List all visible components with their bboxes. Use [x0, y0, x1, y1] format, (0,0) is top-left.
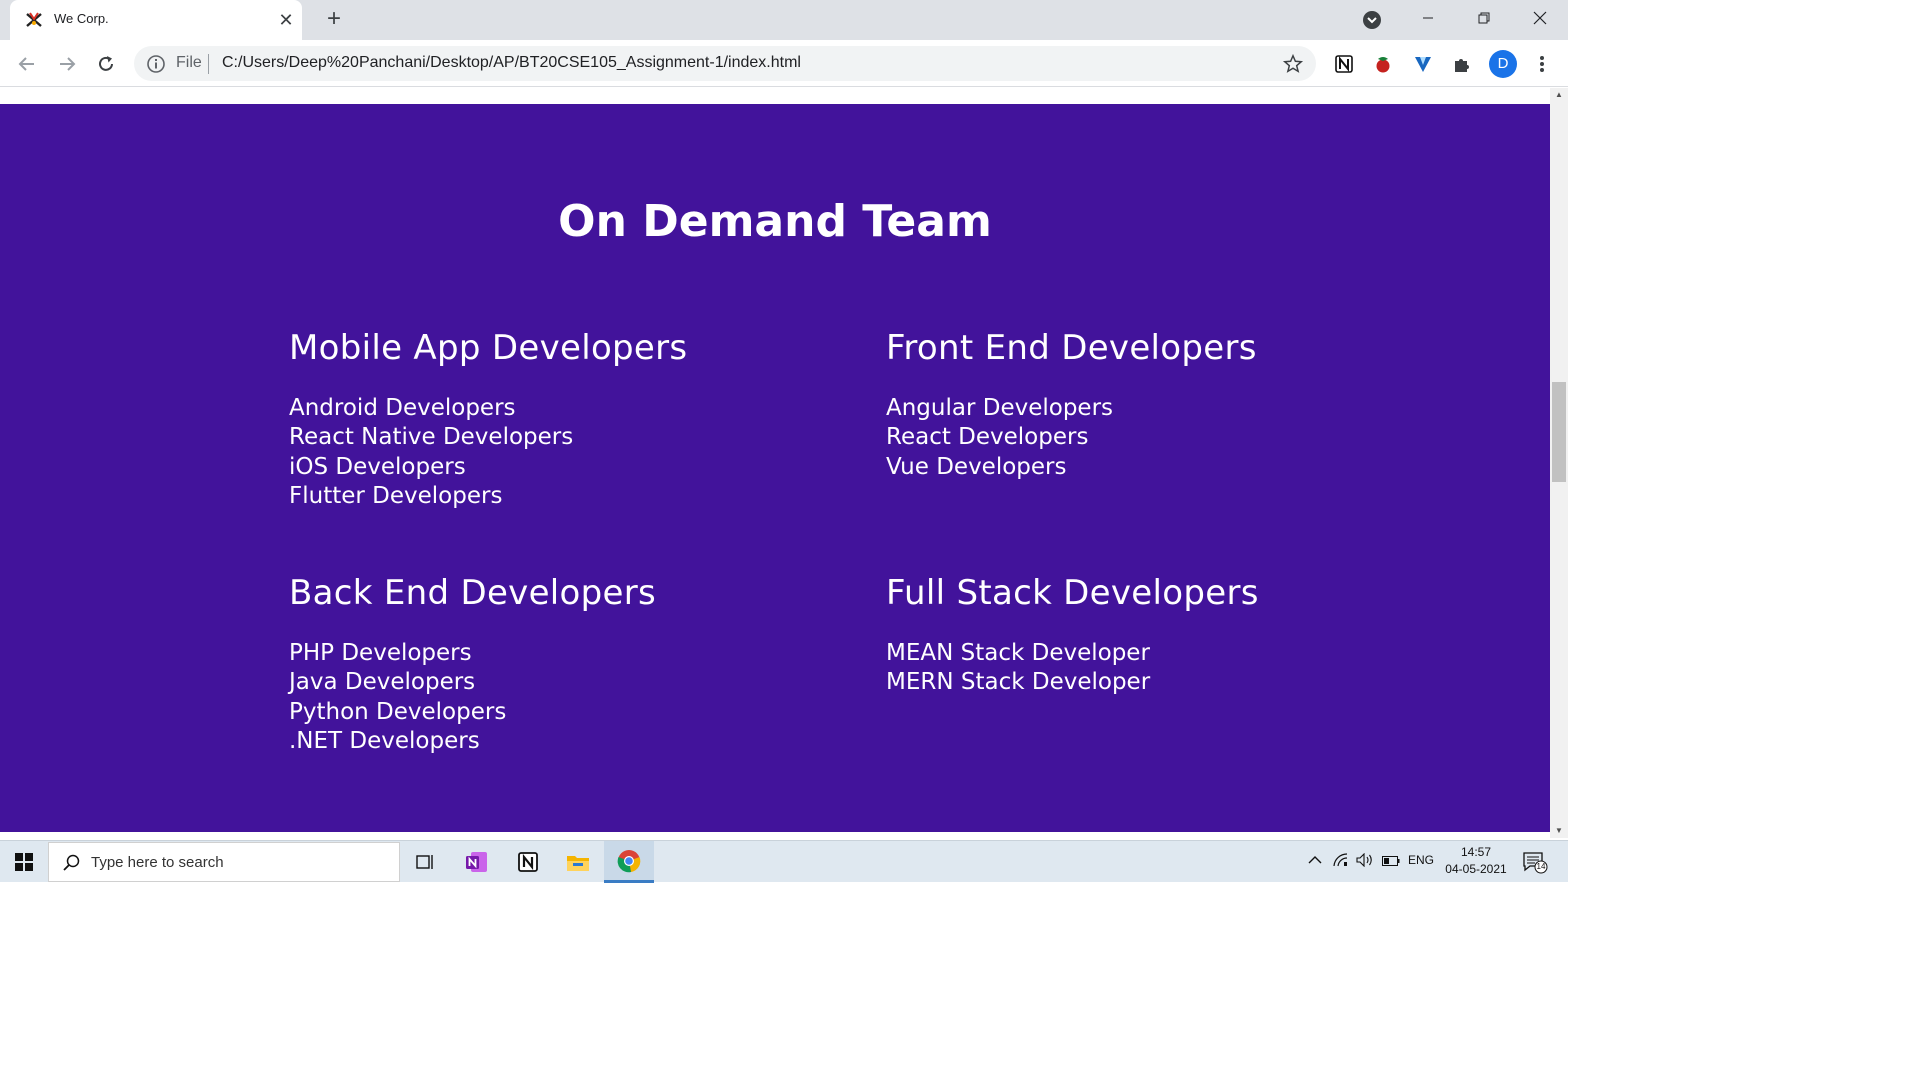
reload-icon[interactable] — [92, 50, 120, 78]
address-url[interactable]: C:/Users/Deep%20Panchani/Desktop/AP/BT20… — [222, 54, 801, 72]
list-item: iOS Developers — [289, 453, 466, 480]
list-item: PHP Developers — [289, 640, 472, 666]
language-indicator[interactable]: ENG — [1408, 853, 1434, 867]
group-heading: Front End Developers — [886, 328, 1257, 368]
list-item: MEAN Stack Developer — [886, 640, 1150, 666]
scroll-up-arrow-icon[interactable]: ▲ — [1550, 88, 1568, 102]
notion-icon[interactable] — [503, 841, 553, 883]
group-back-end: Back End Developers PHP Developers Java … — [289, 573, 849, 757]
list-item: React Native Developers — [289, 424, 574, 451]
file-explorer-icon[interactable] — [553, 841, 603, 883]
group-front-end: Front End Developers Angular Developers … — [886, 328, 1446, 482]
new-tab-icon[interactable]: + — [320, 6, 348, 34]
list-item: Java Developers — [289, 669, 476, 696]
search-icon — [63, 854, 80, 871]
page-viewport: On Demand Team Mobile App Developers And… — [0, 88, 1550, 832]
show-hidden-icons-icon[interactable] — [1308, 854, 1322, 868]
profile-avatar[interactable]: D — [1489, 50, 1517, 78]
notion-extension-icon[interactable] — [1331, 51, 1357, 77]
browser-menu-icon[interactable] — [1530, 50, 1554, 78]
list-item: Python Developers — [289, 698, 507, 725]
bookmark-star-icon[interactable] — [1282, 53, 1304, 75]
page-scrollbar[interactable]: ▲ ▼ — [1550, 88, 1568, 838]
developer-list: MEAN Stack Developer MERN Stack Develope… — [886, 639, 1446, 698]
group-mobile-app: Mobile App Developers Android Developers… — [289, 328, 849, 512]
windows-taskbar: Type here to search ENG 14:57 04-05-2021… — [0, 840, 1568, 883]
restore-icon[interactable] — [1456, 0, 1512, 36]
onenote-icon[interactable] — [452, 841, 502, 883]
list-item: Vue Developers — [886, 453, 1067, 480]
on-demand-team-section: On Demand Team Mobile App Developers And… — [0, 104, 1550, 832]
search-placeholder: Type here to search — [91, 854, 224, 871]
chrome-icon[interactable] — [604, 841, 654, 883]
browser-tab[interactable]: We Corp. ✕ — [10, 0, 302, 40]
forward-arrow-icon[interactable] — [53, 50, 81, 78]
developer-list: Android Developers React Native Develope… — [289, 394, 849, 512]
tab-strip: We Corp. ✕ + — [0, 0, 1568, 40]
group-heading: Back End Developers — [289, 573, 657, 613]
list-item: Angular Developers — [886, 395, 1114, 421]
minimize-icon[interactable] — [1400, 0, 1456, 36]
task-view-icon[interactable] — [400, 841, 450, 883]
notification-count-badge: 14 — [1536, 862, 1546, 871]
tab-close-icon[interactable]: ✕ — [276, 8, 296, 32]
scrollbar-thumb[interactable] — [1552, 382, 1566, 482]
list-item: Flutter Developers — [289, 483, 503, 510]
site-favicon-icon — [26, 12, 42, 27]
back-arrow-icon[interactable] — [13, 50, 41, 78]
address-scheme-label: File — [176, 54, 202, 71]
taskbar-search-box[interactable]: Type here to search — [48, 842, 400, 882]
developer-list: Angular Developers React Developers Vue … — [886, 394, 1446, 482]
list-item: .NET Developers — [289, 728, 480, 755]
network-icon[interactable] — [1333, 853, 1349, 870]
list-item: React Developers — [886, 424, 1089, 451]
windows-start-icon[interactable] — [0, 841, 48, 883]
section-title: On Demand Team — [558, 196, 992, 247]
clock-date: 04-05-2021 — [1445, 862, 1507, 876]
address-bar[interactable]: File C:/Users/Deep%20Panchani/Desktop/AP… — [134, 46, 1316, 81]
taskbar-clock[interactable]: 14:57 04-05-2021 — [1440, 844, 1512, 878]
browser-toolbar: File C:/Users/Deep%20Panchani/Desktop/AP… — [0, 40, 1568, 87]
battery-icon[interactable] — [1382, 855, 1400, 869]
tab-search-icon[interactable] — [1360, 8, 1384, 32]
group-full-stack: Full Stack Developers MEAN Stack Develop… — [886, 573, 1446, 698]
clock-time: 14:57 — [1460, 845, 1492, 859]
group-heading: Full Stack Developers — [886, 573, 1259, 613]
volume-icon[interactable] — [1356, 852, 1374, 870]
list-item: Android Developers — [289, 395, 516, 421]
group-heading: Mobile App Developers — [289, 328, 688, 368]
notification-center-icon[interactable]: 14 — [1522, 850, 1548, 874]
tab-title: We Corp. — [54, 11, 109, 26]
vuetify-extension-icon[interactable] — [1410, 51, 1436, 77]
extensions-puzzle-icon[interactable] — [1449, 51, 1475, 77]
developer-list: PHP Developers Java Developers Python De… — [289, 639, 849, 757]
scroll-down-arrow-icon[interactable]: ▼ — [1550, 824, 1568, 838]
info-icon[interactable] — [146, 54, 166, 74]
close-window-icon[interactable] — [1512, 0, 1568, 36]
raspberry-extension-icon[interactable] — [1370, 51, 1396, 77]
address-separator — [208, 54, 209, 74]
list-item: MERN Stack Developer — [886, 669, 1151, 696]
